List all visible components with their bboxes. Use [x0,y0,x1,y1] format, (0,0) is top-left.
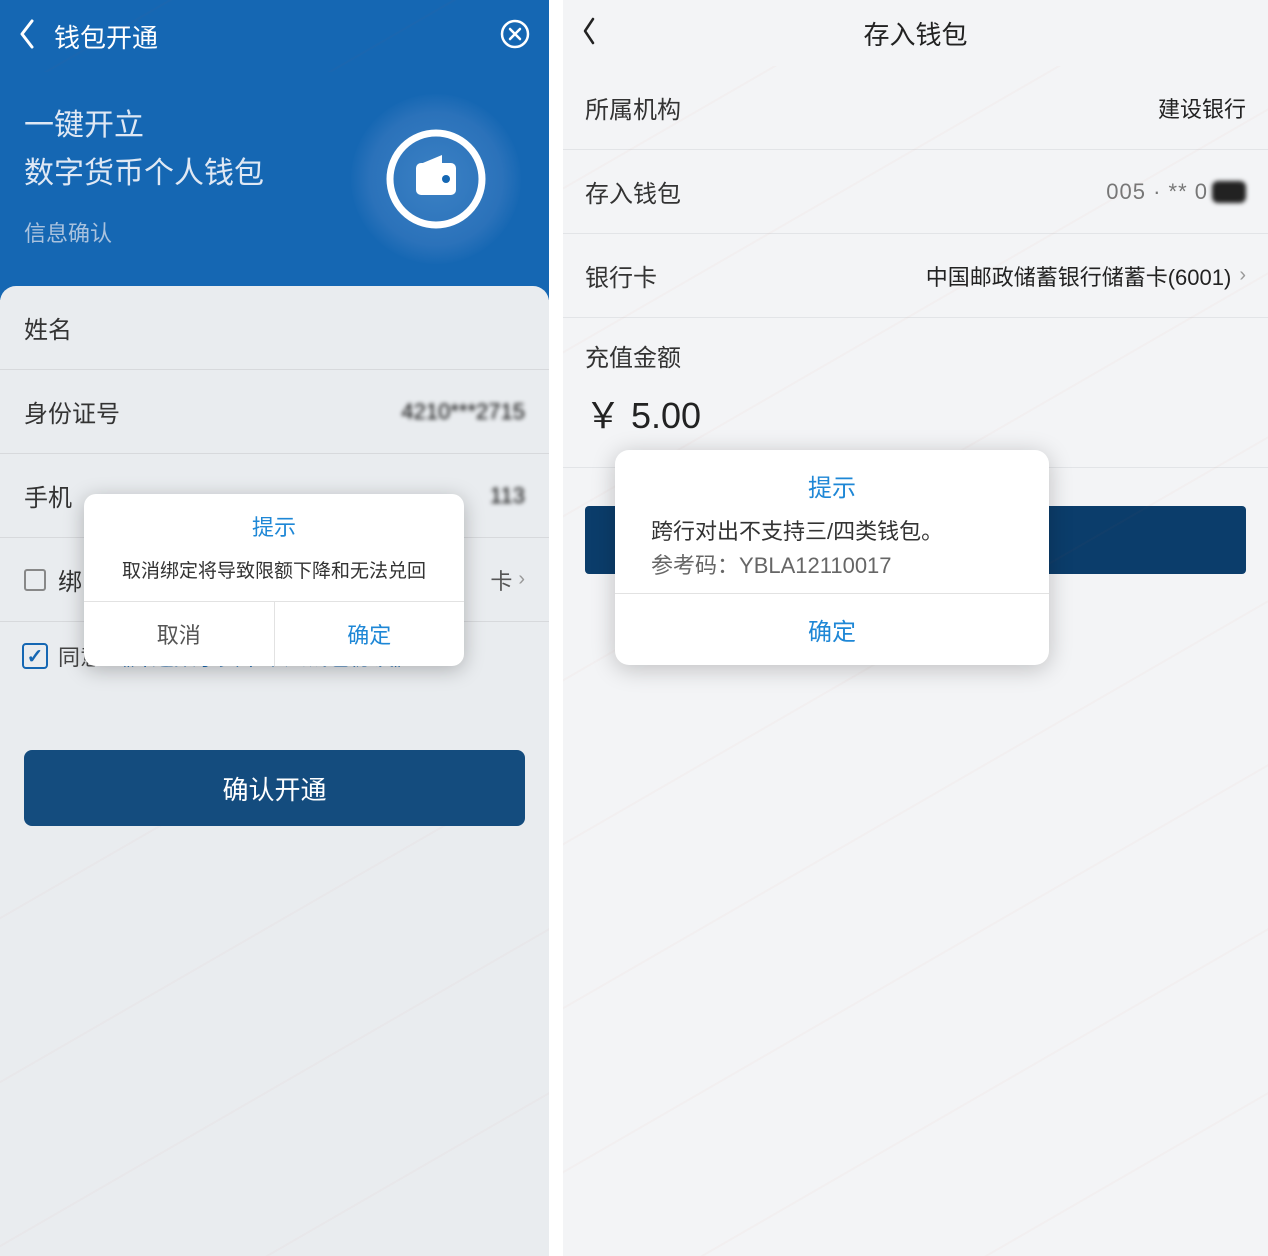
page-title: 存入钱包 [563,15,1268,52]
header-left: 钱包开通 [0,0,549,72]
row-idcard[interactable]: 身份证号 4210***2715 [0,370,549,454]
dialog-title: 提示 [84,494,464,550]
value-bankcard: 卡 [490,564,512,596]
confirm-open-label: 确认开通 [222,770,326,807]
row-bankcard[interactable]: 银行卡 中国邮政储蓄银行储蓄卡(6001) › [563,234,1268,318]
label-amount: 充值金额 [563,318,1268,379]
back-icon[interactable] [18,19,36,54]
chevron-right-icon: › [1239,264,1246,287]
row-name[interactable]: 姓名 [0,286,549,370]
dialog-message: 跨行对出不支持三/四类钱包。 参考码：YBLA12110017 [615,515,1049,593]
dialog-buttons: 取消 确定 [84,601,464,666]
value-deposit-wallet: 005 · ** 0 [1106,179,1246,205]
screen-divider [549,0,563,1256]
bankcard-text: 中国邮政储蓄银行储蓄卡(6001) [926,260,1232,292]
confirm-open-button[interactable]: 确认开通 [24,750,525,826]
checkbox-bind[interactable] [24,569,46,591]
label-phone: 手机 [24,478,72,513]
value-bankcard: 中国邮政储蓄银行储蓄卡(6001) › [926,260,1246,292]
value-phone: 113 [490,483,525,509]
page-title: 钱包开通 [54,18,499,55]
label-bankcard: 银行卡 [585,258,657,293]
value-org: 建设银行 [1158,92,1246,124]
dialog-tip-right: 提示 跨行对出不支持三/四类钱包。 参考码：YBLA12110017 确定 [615,450,1049,665]
close-icon[interactable] [499,18,531,55]
dialog-msg-line1: 跨行对出不支持三/四类钱包。 [651,515,1017,549]
row-deposit-wallet[interactable]: 存入钱包 005 · ** 0 [563,150,1268,234]
label-name: 姓名 [24,310,72,345]
label-idcard: 身份证号 [24,394,120,429]
back-icon[interactable] [581,17,597,50]
screen-deposit-wallet: 存入钱包 所属机构 建设银行 存入钱包 005 · ** 0 银行卡 中国邮政储… [563,0,1268,1256]
ok-button[interactable]: 确定 [275,602,465,666]
wallet-icon [351,94,521,264]
ref-label: 参考码： [651,553,739,578]
label-bankcard: 绑 [58,562,82,597]
ref-code: YBLA12110017 [739,553,892,578]
redaction-icon [1212,181,1246,203]
dialog-title: 提示 [615,450,1049,515]
hero-banner: 一键开立 数字货币个人钱包 信息确认 [0,72,549,300]
label-deposit-wallet: 存入钱包 [585,174,681,209]
header-right: 存入钱包 [563,0,1268,66]
dialog-message: 取消绑定将导致限额下降和无法兑回 [84,550,464,601]
wallet-masked-text: 005 · ** 0 [1106,179,1208,205]
value-idcard: 4210***2715 [401,399,525,425]
chevron-right-icon: › [518,568,525,591]
screen-wallet-open: 钱包开通 一键开立 数字货币个人钱包 信息确认 姓名 身份证号 4210***2… [0,0,549,1256]
label-org: 所属机构 [585,90,681,125]
ok-button[interactable]: 确定 [615,593,1049,665]
cancel-button[interactable]: 取消 [84,602,275,666]
row-org: 所属机构 建设银行 [563,66,1268,150]
dialog-tip-left: 提示 取消绑定将导致限额下降和无法兑回 取消 确定 [84,494,464,666]
dialog-ref: 参考码：YBLA12110017 [651,549,1017,583]
checkbox-agree[interactable]: ✓ [22,643,48,669]
